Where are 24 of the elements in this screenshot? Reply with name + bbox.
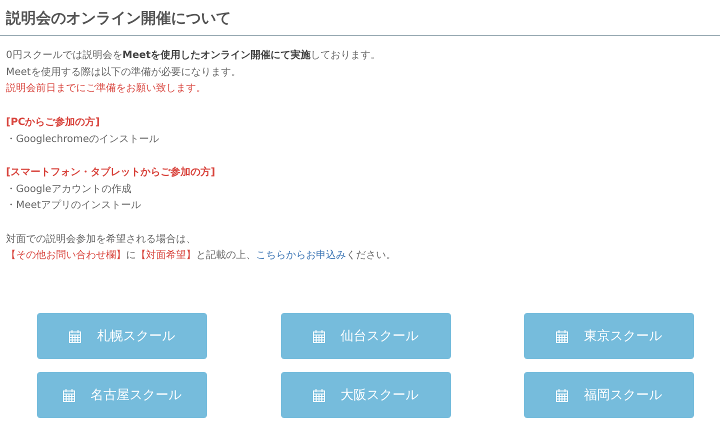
- list-item: ・Meetアプリのインストール: [6, 198, 141, 214]
- section-heading: [スマートフォン・タブレットからご参加の方]: [6, 165, 216, 180]
- school-button[interactable]: 福岡スクール: [524, 372, 694, 418]
- notice-text: 説明会前日までにご準備をお願い致します。: [6, 82, 206, 96]
- list-item: ・Googleアカウントの作成: [6, 182, 132, 197]
- list-item: ・Googlechromeのインストール: [6, 132, 160, 146]
- closing-text: 対面での説明会参加を希望される場合は、: [6, 232, 196, 247]
- calendar-icon: [62, 388, 74, 402]
- instruction-text: 【その他お問い合わせ欄】に【対面希望】と記載の上、こちらからお申込み ください。: [6, 248, 396, 264]
- school-button[interactable]: 名古屋スクール: [37, 372, 207, 418]
- page-title: 説明会のオンライン開催について: [6, 8, 232, 28]
- section-heading: [PCからご参加の方]: [6, 115, 100, 130]
- calendar-icon: [69, 330, 81, 343]
- school-button[interactable]: 札幌スクール: [37, 313, 207, 360]
- apply-link[interactable]: こちらからお申込み: [256, 250, 346, 262]
- intro-text: Meetを使用する際は以下の準備が必要になります。: [6, 66, 241, 80]
- calendar-icon: [312, 388, 324, 402]
- intro-text: 0円スクールでは説明会をMeetを使用したオンライン開催にて実施しております。: [6, 48, 381, 63]
- calendar-icon: [556, 330, 568, 343]
- school-button[interactable]: 大阪スクール: [280, 372, 450, 418]
- calendar-icon: [312, 330, 324, 343]
- school-button[interactable]: 仙台スクール: [280, 313, 450, 360]
- calendar-icon: [556, 388, 568, 402]
- school-button[interactable]: 東京スクール: [524, 313, 694, 360]
